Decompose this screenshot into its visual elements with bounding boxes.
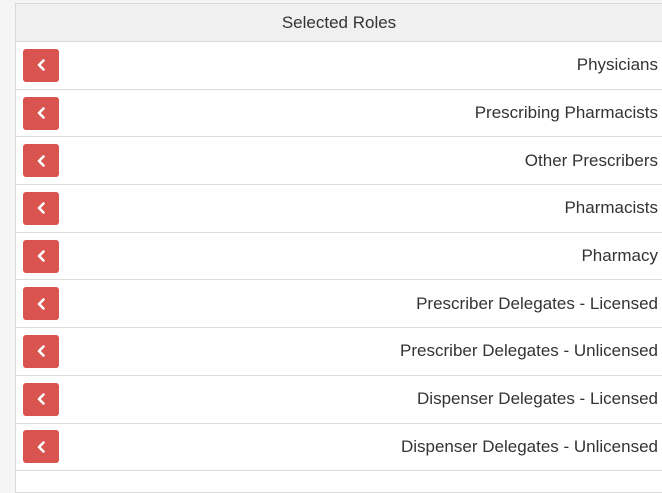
chevron-left-icon [37, 202, 45, 215]
chevron-left-icon [37, 59, 45, 72]
panel-title: Selected Roles [16, 4, 662, 42]
remove-role-button[interactable] [23, 287, 59, 321]
role-label: Prescribing Pharmacists [474, 103, 658, 123]
role-label: Dispenser Delegates - Unlicensed [400, 436, 658, 456]
list-item: Other Prescribers [16, 137, 662, 186]
chevron-left-icon [37, 393, 45, 405]
list-item: Prescriber Delegates - Unlicensed [16, 328, 662, 376]
selected-roles-panel: Selected Roles Physicians Prescribing Ph… [15, 3, 662, 493]
remove-role-button[interactable] [23, 96, 59, 130]
role-label: Other Prescribers [524, 150, 658, 170]
chevron-left-icon [37, 154, 45, 167]
list-item: Prescriber Delegates - Licensed [16, 280, 662, 329]
remove-role-button[interactable] [23, 48, 59, 82]
chevron-left-icon [37, 441, 45, 453]
remove-role-button[interactable] [23, 334, 59, 368]
list-item: Dispenser Delegates - Licensed [16, 376, 662, 424]
role-label: Pharmacy [581, 246, 658, 266]
chevron-left-icon [37, 107, 45, 119]
chevron-left-icon [37, 250, 45, 262]
remove-role-button[interactable] [23, 144, 59, 178]
remove-role-button[interactable] [23, 430, 59, 464]
list-item: Dispenser Delegates - Unlicensed [16, 424, 662, 472]
list-item: Pharmacy [16, 233, 662, 281]
role-label: Physicians [576, 55, 658, 75]
chevron-left-icon [37, 297, 45, 310]
chevron-left-icon [37, 345, 45, 358]
list-item: Pharmacists [16, 185, 662, 233]
remove-role-button[interactable] [23, 191, 59, 225]
role-label: Pharmacists [564, 198, 658, 218]
list-item: Prescribing Pharmacists [16, 90, 662, 138]
role-label: Prescriber Delegates - Licensed [416, 293, 658, 313]
list-item: Physicians [16, 42, 662, 90]
remove-role-button[interactable] [23, 382, 59, 416]
remove-role-button[interactable] [23, 239, 59, 273]
role-label: Prescriber Delegates - Unlicensed [400, 341, 658, 361]
role-label: Dispenser Delegates - Licensed [417, 389, 658, 409]
